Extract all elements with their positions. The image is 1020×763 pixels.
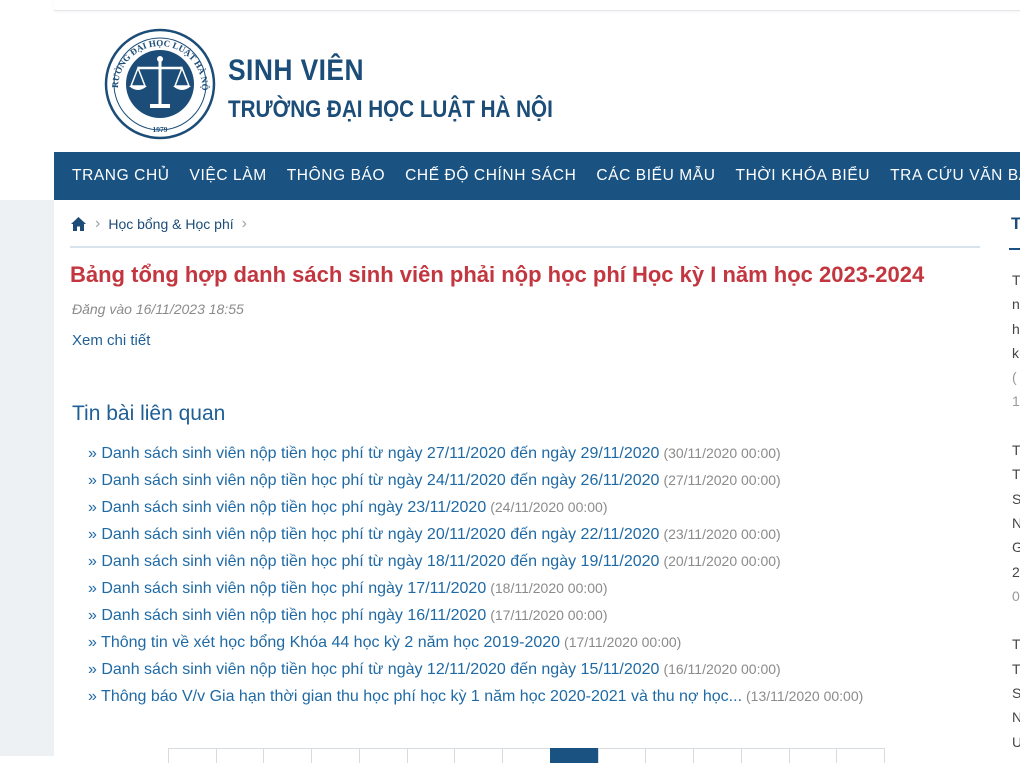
related-link[interactable]: » Danh sách sinh viên nộp tiền học phí t… xyxy=(88,472,659,489)
chevron-right-icon: › xyxy=(241,215,247,232)
related-date: (17/11/2020 00:00) xyxy=(490,607,608,623)
sidebar-text: N xyxy=(1012,514,1020,531)
list-item: » Danh sách sinh viên nộp tiền học phí t… xyxy=(88,523,863,550)
related-date: (27/11/2020 00:00) xyxy=(663,472,781,488)
list-item: » Thông tin về xét học bổng Khóa 44 học … xyxy=(88,631,863,658)
site-subtitle[interactable]: TRƯỜNG ĐẠI HỌC LUẬT HÀ NỘI xyxy=(228,96,553,124)
related-date: (23/11/2020 00:00) xyxy=(663,526,781,542)
top-strip xyxy=(54,0,1020,11)
sidebar-text: T xyxy=(1012,636,1020,653)
home-icon[interactable] xyxy=(70,216,87,232)
list-item: » Danh sách sinh viên nộp tiền học phí n… xyxy=(88,604,863,631)
sidebar-text: S xyxy=(1012,685,1020,702)
related-link[interactable]: » Danh sách sinh viên nộp tiền học phí t… xyxy=(88,661,659,678)
related-date: (16/11/2020 00:00) xyxy=(663,661,781,677)
sidebar-text: T xyxy=(1012,272,1020,288)
related-date: (18/11/2020 00:00) xyxy=(490,580,608,596)
nav-item-home[interactable]: TRANG CHỦ xyxy=(72,167,170,185)
site-title[interactable]: SINH VIÊN xyxy=(228,54,364,88)
related-link[interactable]: » Danh sách sinh viên nộp tiền học phí n… xyxy=(88,607,486,624)
related-link[interactable]: » Danh sách sinh viên nộp tiền học phí t… xyxy=(88,526,659,543)
site-header: TRƯỜNG ĐẠI HỌC LUẬT HÀ NỘI 1979 SINH VIÊ… xyxy=(104,28,604,140)
related-link[interactable]: » Thông tin về xét học bổng Khóa 44 học … xyxy=(88,634,560,651)
related-link[interactable]: » Danh sách sinh viên nộp tiền học phí n… xyxy=(88,580,486,597)
sidebar-text xyxy=(1012,414,1020,438)
list-item: » Danh sách sinh viên nộp tiền học phí t… xyxy=(88,469,863,496)
sidebar-text: U xyxy=(1012,733,1020,750)
related-link[interactable]: » Thông báo V/v Gia hạn thời gian thu họ… xyxy=(88,688,742,705)
sidebar-text: T xyxy=(1012,660,1020,677)
related-link[interactable]: » Danh sách sinh viên nộp tiền học phí n… xyxy=(88,499,486,516)
sidebar-text: n xyxy=(1012,296,1020,313)
university-logo[interactable]: TRƯỜNG ĐẠI HỌC LUẬT HÀ NỘI 1979 xyxy=(104,28,216,140)
post-date: Đăng vào 16/11/2023 18:55 xyxy=(72,301,244,317)
page-gutter xyxy=(0,200,54,756)
sidebar-text: 0 xyxy=(1012,587,1020,604)
chevron-right-icon: › xyxy=(95,215,101,232)
list-item: » Danh sách sinh viên nộp tiền học phí t… xyxy=(88,442,863,469)
article-title: Bảng tổng hợp danh sách sinh viên phải n… xyxy=(70,262,925,287)
sidebar-text: T xyxy=(1012,442,1020,459)
related-list: » Danh sách sinh viên nộp tiền học phí t… xyxy=(88,442,863,712)
sidebar-text: k xyxy=(1012,344,1019,361)
list-item: » Danh sách sinh viên nộp tiền học phí n… xyxy=(88,577,863,604)
pagination xyxy=(168,748,886,763)
right-sidebar: T T n h k ( 1 T T S N G 2 0 T T S N U 0 xyxy=(1006,200,1020,756)
sidebar-text: S xyxy=(1012,490,1020,507)
sidebar-text: 2 xyxy=(1012,563,1020,580)
sidebar-heading: T xyxy=(1011,214,1020,233)
sidebar-text: G xyxy=(1012,539,1020,556)
nav-item-jobs[interactable]: VIỆC LÀM xyxy=(190,167,267,185)
related-link[interactable]: » Danh sách sinh viên nộp tiền học phí t… xyxy=(88,445,659,462)
sidebar-text: N xyxy=(1012,709,1020,726)
list-item: » Danh sách sinh viên nộp tiền học phí t… xyxy=(88,550,863,577)
sidebar-text: h xyxy=(1012,320,1020,337)
nav-item-forms[interactable]: CÁC BIỂU MẪU xyxy=(596,167,715,185)
sidebar-text: T xyxy=(1012,466,1020,483)
related-link[interactable]: » Danh sách sinh viên nộp tiền học phí t… xyxy=(88,553,659,570)
sidebar-text: ( xyxy=(1012,369,1017,386)
sidebar-text: 1 xyxy=(1012,393,1020,410)
nav-item-policies[interactable]: CHẾ ĐỘ CHÍNH SÁCH xyxy=(405,167,576,185)
logo-year: 1979 xyxy=(153,125,168,134)
nav-item-diploma-lookup[interactable]: TRA CỨU VĂN BẰNG xyxy=(890,167,1020,185)
list-item: » Danh sách sinh viên nộp tiền học phí n… xyxy=(88,496,863,523)
nav-item-timetable[interactable]: THỜI KHÓA BIỂU xyxy=(736,167,871,185)
list-item: » Thông báo V/v Gia hạn thời gian thu họ… xyxy=(88,685,863,712)
list-item: » Danh sách sinh viên nộp tiền học phí t… xyxy=(88,658,863,685)
sidebar-text xyxy=(1012,608,1020,632)
related-date: (20/11/2020 00:00) xyxy=(663,553,781,569)
nav-item-announcements[interactable]: THÔNG BÁO xyxy=(287,167,385,185)
breadcrumb-current[interactable]: Học bổng & Học phí xyxy=(108,216,233,232)
related-heading: Tin bài liên quan xyxy=(72,402,226,425)
related-date: (13/11/2020 00:00) xyxy=(746,688,864,704)
related-date: (30/11/2020 00:00) xyxy=(663,445,781,461)
sidebar-news-list[interactable]: T n h k ( 1 T T S N G 2 0 T T S N U 0 xyxy=(1012,268,1020,756)
breadcrumb: › Học bổng & Học phí › xyxy=(70,212,255,236)
main-nav: TRANG CHỦ VIỆC LÀM THÔNG BÁO CHẾ ĐỘ CHÍN… xyxy=(54,152,1020,200)
divider xyxy=(70,246,980,248)
view-detail-link[interactable]: Xem chi tiết xyxy=(72,332,150,349)
sidebar-divider xyxy=(1009,248,1020,250)
related-date: (24/11/2020 00:00) xyxy=(490,499,608,515)
related-date: (17/11/2020 00:00) xyxy=(564,634,682,650)
